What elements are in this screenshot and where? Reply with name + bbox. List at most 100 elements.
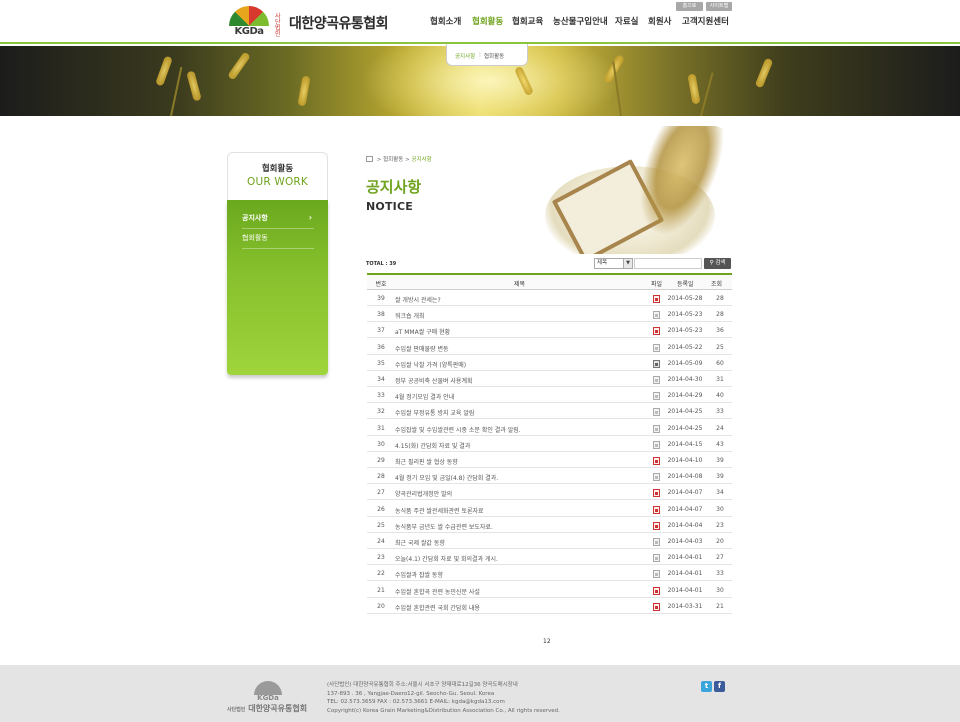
row-date: 2014-04-30 <box>667 376 703 383</box>
subnav-separator: | <box>479 52 481 58</box>
sitemap-link[interactable]: 사이트맵 <box>706 2 732 11</box>
home-link[interactable]: 홈으로 <box>676 2 703 11</box>
row-number: 32 <box>377 408 385 416</box>
table-row[interactable]: 20 수입쌀 혼합관련 국회 간담회 내용 2014-03-31 21 <box>367 598 732 614</box>
row-views: 34 <box>716 489 724 497</box>
breadcrumb-parent[interactable]: 협회활동 <box>383 157 403 163</box>
banner-grain <box>155 55 173 87</box>
footer-name: 대한양곡유통협회 <box>248 704 308 713</box>
home-icon[interactable] <box>366 156 373 162</box>
file-pdf-icon[interactable] <box>653 295 660 303</box>
row-date: 2014-05-28 <box>667 295 703 302</box>
subnav-notice[interactable]: 공지사항 <box>455 52 475 60</box>
row-views: 23 <box>716 521 724 529</box>
file-pdf-icon[interactable] <box>653 602 660 611</box>
row-views: 43 <box>716 440 724 448</box>
row-number: 26 <box>377 505 385 513</box>
row-title-link[interactable]: 수입잡쌀 및 수입쌀관련 시중 소문 확인 결과 알림. <box>395 425 521 434</box>
file-pdf-icon[interactable] <box>653 457 660 465</box>
table-row[interactable]: 38 워크숍 개최 2014-05-23 28 <box>367 306 732 323</box>
file-icon <box>653 440 660 449</box>
table-row[interactable]: 26 농식품 주관 쌀관세화관련 토론자료 2014-04-07 30 <box>367 501 732 517</box>
logo[interactable]: KGDa 사단법인 대한양곡유통협회 <box>227 5 399 38</box>
row-title-link[interactable]: 정부 공공비축 산물벼 사용계획 <box>395 376 472 385</box>
row-title-link[interactable]: 수입쌀 부정유통 방지 교육 알림 <box>395 408 474 417</box>
table-row[interactable]: 27 양곡관리법개정안 발의 2014-04-07 34 <box>367 484 732 501</box>
row-title-link[interactable]: 농식품부 금년도 쌀 수급관련 보도자료. <box>395 522 493 531</box>
row-number: 34 <box>377 376 385 383</box>
file-image-icon[interactable] <box>653 359 660 368</box>
row-title-link[interactable]: 수입쌀 혼합관련 국회 간담회 내용 <box>395 603 480 612</box>
nav-education[interactable]: 협회교육 <box>512 15 543 27</box>
search-input[interactable] <box>634 258 702 269</box>
breadcrumb-sep: > <box>376 157 382 163</box>
row-date: 2014-04-01 <box>667 586 703 594</box>
row-title-link[interactable]: 수입쌀 낙찰 가격 (양특판매) <box>395 360 466 369</box>
row-number: 30 <box>377 440 385 448</box>
table-row[interactable]: 24 최근 국제 쌀값 동향 2014-04-03 20 <box>367 533 732 549</box>
row-title-link[interactable]: 워크숍 개최 <box>395 311 425 320</box>
table-row[interactable]: 21 수입쌀 혼합곡 관련 농민신문 사설 2014-04-01 30 <box>367 582 732 598</box>
file-pdf-icon[interactable] <box>653 489 660 498</box>
table-row[interactable]: 37 aT MMA쌀 구매 현황 2014-05-23 36 <box>367 322 732 339</box>
table-row[interactable]: 36 수입쌀 판매물량 변동 2014-05-22 25 <box>367 339 732 355</box>
search-field-select[interactable]: 제목 ▼ <box>594 258 633 269</box>
row-title-link[interactable]: 4월 정기 모임 및 금일(4.8) 간담회 결과. <box>395 473 498 482</box>
row-title-link[interactable]: 쌀 개방시 관세는? <box>395 295 441 304</box>
table-row[interactable]: 32 수입쌀 부정유통 방지 교육 알림 2014-04-25 33 <box>367 403 732 420</box>
subnav-activities[interactable]: 협회활동 <box>484 52 504 60</box>
file-pdf-icon[interactable] <box>653 505 660 514</box>
file-pdf-icon[interactable] <box>653 521 660 530</box>
row-number: 27 <box>377 489 385 497</box>
row-title-link[interactable]: 양곡관리법개정안 발의 <box>395 489 452 498</box>
sidebar-item-activities[interactable]: 협회활동 <box>242 233 314 249</box>
nav-members[interactable]: 회원사 <box>648 15 671 27</box>
row-views: 60 <box>716 359 724 367</box>
row-title-link[interactable]: 오늘(4.1) 간담회 자료 및 회의결과 게시. <box>395 554 498 563</box>
row-views: 24 <box>716 424 724 432</box>
table-row[interactable]: 28 4월 정기 모임 및 금일(4.8) 간담회 결과. 2014-04-08 39 <box>367 468 732 485</box>
table-row[interactable]: 34 정부 공공비축 산물벼 사용계획 2014-04-30 31 <box>367 371 732 387</box>
nav-activities[interactable]: 협회활동 <box>472 15 503 27</box>
row-title-link[interactable]: 4월 정기모임 결과 안내 <box>395 392 454 401</box>
breadcrumb-current: 공지사항 <box>411 157 432 163</box>
table-row[interactable]: 23 오늘(4.1) 간담회 자료 및 회의결과 게시. 2014-04-01 27 <box>367 549 732 566</box>
logo-mark-icon: KGDa <box>227 5 271 37</box>
nav-library[interactable]: 자료실 <box>615 15 638 27</box>
search-button[interactable]: ⚲ 검색 <box>704 258 731 269</box>
row-title-link[interactable]: 수입쌀 혼합곡 관련 농민신문 사설 <box>395 587 480 596</box>
row-title-link[interactable]: 최근 필리핀 쌀 협상 동향 <box>395 457 458 466</box>
row-number: 36 <box>377 343 385 351</box>
nav-about[interactable]: 협회소개 <box>430 15 461 27</box>
nav-support[interactable]: 고객지원센터 <box>682 15 729 27</box>
table-row[interactable]: 35 수입쌀 낙찰 가격 (양특판매) 2014-05-09 60 <box>367 355 732 371</box>
row-number: 28 <box>377 473 385 481</box>
row-number: 24 <box>377 538 385 545</box>
table-row[interactable]: 33 4월 정기모임 결과 안내 2014-04-29 40 <box>367 387 732 404</box>
facebook-icon[interactable]: f <box>714 681 725 692</box>
pagination[interactable]: 12 <box>543 638 551 645</box>
table-row[interactable]: 31 수입잡쌀 및 수입쌀관련 시중 소문 확인 결과 알림. 2014-04-25… <box>367 420 732 436</box>
table-row[interactable]: 39 쌀 개방시 관세는? 2014-05-28 28 <box>367 290 732 306</box>
nav-purchase-guide[interactable]: 농산물구입안내 <box>553 15 608 27</box>
footer-logo-mark-icon <box>254 681 282 695</box>
row-title-link[interactable]: 농식품 주관 쌀관세화관련 토론자료 <box>395 506 484 515</box>
sidebar-item-notice[interactable]: 공지사항 › <box>242 213 314 229</box>
file-pdf-icon[interactable] <box>653 327 660 336</box>
row-title-link[interactable]: 최근 국제 쌀값 동향 <box>395 538 445 547</box>
file-pdf-icon[interactable] <box>653 586 660 595</box>
twitter-icon[interactable]: t <box>701 681 712 692</box>
table-row[interactable]: 22 수입쌀과 잡쌀 동향 2014-04-01 33 <box>367 565 732 582</box>
sidebar: 협회활동 OUR WORK 공지사항 › 협회활동 <box>227 152 328 377</box>
row-views: 40 <box>716 392 724 400</box>
table-row[interactable]: 25 농식품부 금년도 쌀 수급관련 보도자료. 2014-04-04 23 <box>367 517 732 533</box>
row-title-link[interactable]: 4.15(화) 간담회 자료 및 결과 <box>395 441 470 450</box>
row-title-link[interactable]: 수입쌀과 잡쌀 동향 <box>395 570 443 579</box>
file-icon <box>653 538 660 546</box>
row-date: 2014-04-01 <box>667 554 703 562</box>
row-title-link[interactable]: 수입쌀 판매물량 변동 <box>395 344 449 353</box>
table-row[interactable]: 29 최근 필리핀 쌀 협상 동향 2014-04-10 39 <box>367 452 732 468</box>
table-row[interactable]: 30 4.15(화) 간담회 자료 및 결과 2014-04-15 43 <box>367 436 732 452</box>
row-title-link[interactable]: aT MMA쌀 구매 현황 <box>395 327 450 336</box>
logo-arc <box>229 6 269 26</box>
